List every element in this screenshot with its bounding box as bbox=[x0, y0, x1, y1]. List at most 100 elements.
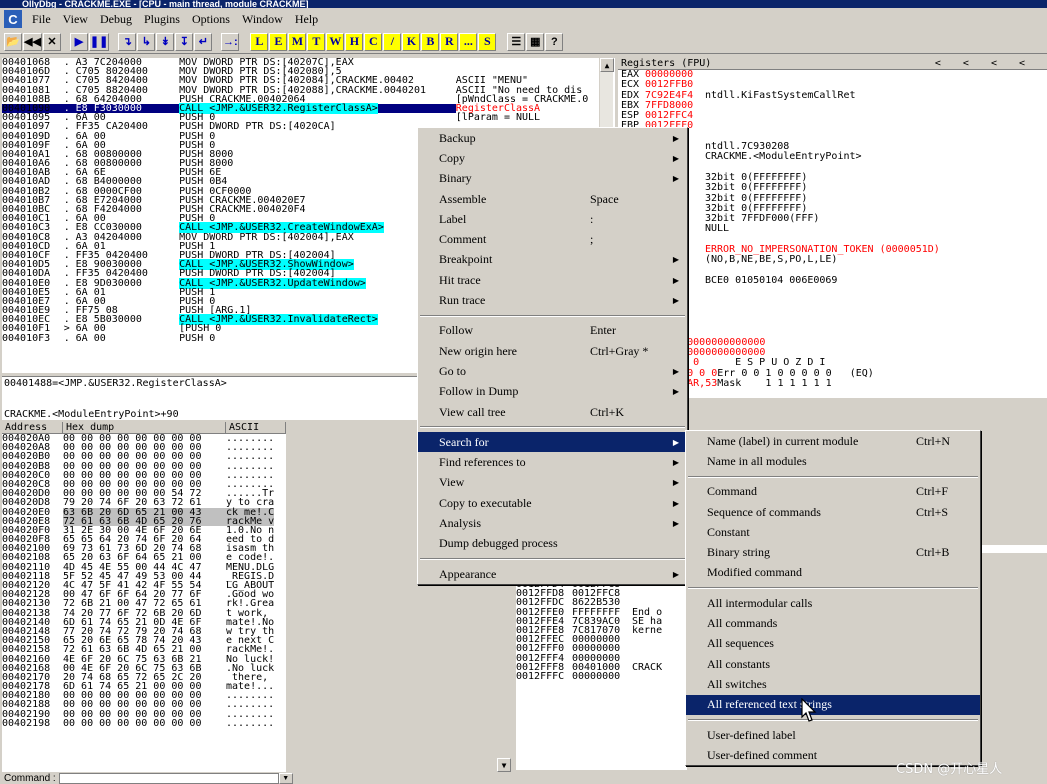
command-dropdown-icon[interactable]: ▼ bbox=[278, 773, 293, 784]
dump-row[interactable]: 00402198 00 00 00 00 00 00 00 00........ bbox=[2, 718, 286, 728]
window-button-4[interactable]: W bbox=[326, 32, 345, 51]
disasm-instruction: CALL <JMP.&USER32.RegisterClassA> bbox=[179, 102, 456, 114]
menu-item-binary-string[interactable]: Binary string Ctrl+B bbox=[686, 542, 980, 562]
close-icon[interactable]: ✕ bbox=[42, 32, 61, 51]
window-button-12[interactable]: S bbox=[478, 32, 497, 51]
menu-item-copy-to-executable[interactable]: Copy to executable ▶ bbox=[418, 493, 687, 513]
menu-item-all-commands[interactable]: All commands bbox=[686, 613, 980, 633]
disasm-instruction-text: PUSH 0 bbox=[179, 332, 216, 344]
menu-item-follow[interactable]: Follow Enter bbox=[418, 321, 687, 341]
register-comment: BCE0 01050104 006E0069 bbox=[705, 274, 838, 286]
menu-item-all-intermodular-calls[interactable]: All intermodular calls bbox=[686, 593, 980, 613]
menu-item-go-to[interactable]: Go to ▶ bbox=[418, 361, 687, 381]
window-button-9[interactable]: B bbox=[421, 32, 440, 51]
restart-icon[interactable]: ◀◀ bbox=[23, 32, 42, 51]
menu-item-label: User-defined comment bbox=[707, 747, 818, 762]
grid-icon[interactable]: ▦ bbox=[526, 32, 545, 51]
window-title: OllyDbg - CRACKME.EXE - [CPU - main thre… bbox=[22, 0, 309, 8]
registers-nav-arrows[interactable]: <<<< bbox=[932, 58, 1047, 69]
menu-item-binary[interactable]: Binary ▶ bbox=[418, 169, 687, 189]
menu-item-comment[interactable]: Comment; bbox=[418, 229, 687, 249]
help-icon[interactable]: ? bbox=[545, 32, 564, 51]
menu-item-modified-command[interactable]: Modified command bbox=[686, 563, 980, 583]
menu-item-label: Copy bbox=[439, 150, 466, 165]
menu-item-all-switches[interactable]: All switches bbox=[686, 674, 980, 694]
menu-item-label[interactable]: Label: bbox=[418, 209, 687, 229]
menu-item-search-for[interactable]: Search for ▶ bbox=[418, 432, 687, 453]
menu-window[interactable]: Window bbox=[236, 12, 289, 27]
menu-item-copy[interactable]: Copy ▶ bbox=[418, 148, 687, 168]
menu-help[interactable]: Help bbox=[289, 12, 324, 27]
open-icon[interactable]: 📂 bbox=[4, 32, 22, 51]
menu-item-shortcut: Ctrl+F bbox=[916, 484, 949, 499]
dump-pane[interactable]: Address Hex dump ASCII 004020A0 00 00 00 … bbox=[2, 422, 286, 772]
dump-col-ascii[interactable]: ASCII bbox=[226, 422, 286, 433]
trace-into-icon[interactable]: ↡ bbox=[156, 32, 175, 51]
menu-item-find-references-to[interactable]: Find references to ▶ bbox=[418, 452, 687, 472]
run-icon[interactable]: ▶ bbox=[69, 32, 88, 51]
menu-item-name-in-all-modules[interactable]: Name in all modules bbox=[686, 451, 980, 471]
menu-options[interactable]: Options bbox=[186, 12, 236, 27]
app-icon[interactable]: C bbox=[4, 10, 22, 28]
stack-pane[interactable]: 0012FFD40012FFC80012FFD80012FFC80012FFDC… bbox=[516, 580, 687, 770]
menu-list-icon[interactable]: ☰ bbox=[507, 32, 526, 51]
menu-item-breakpoint[interactable]: Breakpoint ▶ bbox=[418, 250, 687, 270]
window-button-5[interactable]: H bbox=[345, 32, 364, 51]
stack-comment: kerne bbox=[632, 624, 663, 636]
menu-item-sequence-of-commands[interactable]: Sequence of commands Ctrl+S bbox=[686, 502, 980, 522]
stack-address: 0012FFFC bbox=[516, 670, 565, 682]
menu-item-view-call-tree[interactable]: View call tree Ctrl+K bbox=[418, 402, 687, 422]
execute-till-return-icon[interactable]: ↵ bbox=[194, 32, 213, 51]
window-button-3[interactable]: T bbox=[307, 32, 326, 51]
scroll-up-icon[interactable]: ▲ bbox=[600, 58, 614, 72]
menu-item-all-referenced-text-strings[interactable]: All referenced text strings bbox=[686, 694, 980, 715]
menu-view[interactable]: View bbox=[57, 12, 94, 27]
menu-item-dump-debugged-process[interactable]: Dump debugged process bbox=[418, 534, 687, 554]
menu-item-hit-trace[interactable]: Hit trace ▶ bbox=[418, 270, 687, 290]
menu-separator bbox=[688, 475, 978, 478]
menu-item-analysis[interactable]: Analysis ▶ bbox=[418, 513, 687, 533]
menu-item-follow-in-dump[interactable]: Follow in Dump ▶ bbox=[418, 382, 687, 402]
goto-icon[interactable]: →: bbox=[221, 32, 240, 51]
submenu-arrow-icon: ▶ bbox=[672, 153, 679, 163]
menu-item-name-label-in-current-module[interactable]: Name (label) in current module Ctrl+N bbox=[686, 431, 980, 451]
window-button-11[interactable]: ... bbox=[459, 32, 478, 51]
step-into-icon[interactable]: ↴ bbox=[118, 32, 137, 51]
menu-item-assemble[interactable]: Assemble Space bbox=[418, 189, 687, 209]
step-over-icon[interactable]: ↳ bbox=[137, 32, 156, 51]
menu-item-label: Name in all modules bbox=[707, 453, 807, 468]
menu-item-backup[interactable]: Backup ▶ bbox=[418, 128, 687, 148]
window-button-2[interactable]: M bbox=[288, 32, 307, 51]
menu-item-run-trace[interactable]: Run trace ▶ bbox=[418, 290, 687, 310]
window-button-6[interactable]: C bbox=[364, 32, 383, 51]
menu-item-user-defined-label[interactable]: User-defined label bbox=[686, 725, 980, 745]
window-button-10[interactable]: R bbox=[440, 32, 459, 51]
menu-item-view[interactable]: View ▶ bbox=[418, 473, 687, 493]
menu-item-label: Name (label) in current module bbox=[707, 433, 859, 448]
menu-item-shortcut: Ctrl+B bbox=[916, 545, 950, 560]
window-button-1[interactable]: E bbox=[269, 32, 288, 51]
menu-item-all-sequences[interactable]: All sequences bbox=[686, 634, 980, 654]
menu-item-all-constants[interactable]: All constants bbox=[686, 654, 980, 674]
menu-item-appearance[interactable]: Appearance ▶ bbox=[418, 564, 687, 584]
window-button-8[interactable]: K bbox=[402, 32, 421, 51]
search-for-submenu: Name (label) in current module Ctrl+N Name… bbox=[685, 430, 981, 767]
menu-debug[interactable]: Debug bbox=[94, 12, 138, 27]
menu-item-shortcut: Enter bbox=[590, 323, 616, 338]
trace-over-icon[interactable]: ↧ bbox=[175, 32, 194, 51]
pause-icon[interactable]: ❚❚ bbox=[88, 32, 110, 51]
menu-file[interactable]: File bbox=[26, 12, 57, 27]
menu-bar: C File View Debug Plugins Options Window… bbox=[0, 8, 1047, 30]
menu-item-command[interactable]: Command Ctrl+F bbox=[686, 482, 980, 502]
menu-item-label: Binary string bbox=[707, 545, 770, 560]
dump-col-address[interactable]: Address bbox=[2, 422, 63, 433]
command-input[interactable] bbox=[58, 773, 279, 784]
stack-row[interactable]: 0012FFFC 00000000 bbox=[516, 670, 687, 682]
menu-plugins[interactable]: Plugins bbox=[138, 12, 186, 27]
dump-col-hex[interactable]: Hex dump bbox=[63, 422, 226, 433]
menu-item-new-origin-here[interactable]: New origin here Ctrl+Gray * bbox=[418, 341, 687, 361]
window-button-0[interactable]: L bbox=[250, 32, 269, 51]
menu-item-constant[interactable]: Constant bbox=[686, 522, 980, 542]
scroll-down-icon[interactable]: ▼ bbox=[497, 758, 511, 772]
window-button-7[interactable]: / bbox=[383, 32, 402, 51]
